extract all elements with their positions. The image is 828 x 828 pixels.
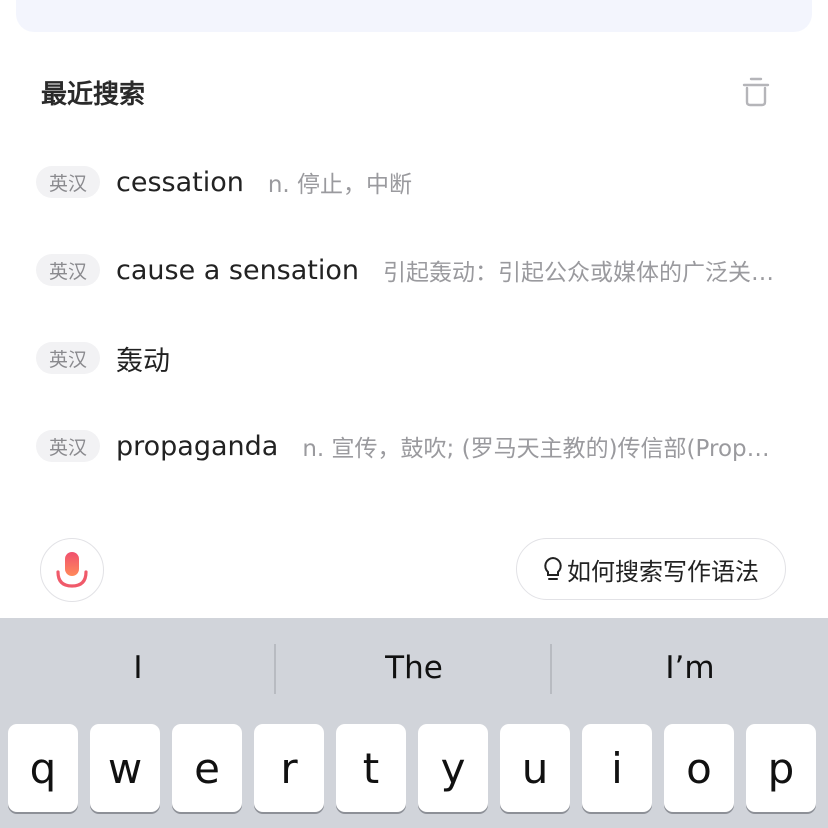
- microphone-icon: [56, 552, 88, 588]
- suggestion-divider: [274, 644, 276, 694]
- key-r[interactable]: r: [254, 724, 324, 812]
- history-item[interactable]: 英汉 propaganda n. 宣传，鼓吹; (罗马天主教的)传信部(Prop…: [0, 402, 828, 490]
- key-row: q w e r t y u i o p: [8, 724, 824, 812]
- key-p[interactable]: p: [746, 724, 816, 812]
- search-tips-label: 如何搜索写作语法: [567, 557, 759, 586]
- history-item[interactable]: 英汉 cessation n. 停止，中断: [0, 138, 828, 226]
- history-word: cessation: [116, 166, 244, 198]
- suggestion-bar: I The I’m: [0, 618, 828, 718]
- key-q[interactable]: q: [8, 724, 78, 812]
- suggestion-item[interactable]: I: [0, 618, 276, 718]
- history-word: propaganda: [116, 430, 279, 462]
- history-definition: 引起轰动：引起公众或媒体的广泛关注和讨论: [383, 260, 778, 286]
- language-tag: 英汉: [36, 342, 100, 374]
- key-i[interactable]: i: [582, 724, 652, 812]
- language-tag: 英汉: [36, 254, 100, 286]
- suggestion-item[interactable]: I’m: [552, 618, 828, 718]
- clear-history-button[interactable]: [738, 72, 774, 112]
- voice-input-button[interactable]: [40, 538, 104, 602]
- history-definition: n. 宣传，鼓吹; (罗马天主教的)传信部(Propaganda): [302, 436, 778, 462]
- history-word: 轰动: [116, 345, 170, 377]
- history-word: cause a sensation: [116, 254, 360, 286]
- keyboard: I The I’m q w e r t y u i o p: [0, 618, 828, 828]
- recent-search-title: 最近搜索: [41, 80, 146, 110]
- history-definition: n. 停止，中断: [267, 172, 413, 198]
- lightbulb-icon: [543, 556, 563, 582]
- history-list: 英汉 cessation n. 停止，中断 英汉 cause a sensati…: [0, 138, 828, 522]
- language-tag: 英汉: [36, 430, 100, 462]
- key-e[interactable]: e: [172, 724, 242, 812]
- trash-icon: [742, 77, 770, 107]
- key-y[interactable]: y: [418, 724, 488, 812]
- key-o[interactable]: o: [664, 724, 734, 812]
- search-tips-button[interactable]: 如何搜索写作语法: [516, 538, 786, 600]
- history-item[interactable]: 英汉 轰动: [0, 314, 828, 402]
- language-tag: 英汉: [36, 166, 100, 198]
- key-t[interactable]: t: [336, 724, 406, 812]
- key-w[interactable]: w: [90, 724, 160, 812]
- suggestion-divider: [550, 644, 552, 694]
- history-item[interactable]: 英汉 cause a sensation 引起轰动：引起公众或媒体的广泛关注和讨…: [0, 226, 828, 314]
- key-u[interactable]: u: [500, 724, 570, 812]
- search-box[interactable]: [16, 0, 812, 32]
- suggestion-item[interactable]: The: [276, 618, 552, 718]
